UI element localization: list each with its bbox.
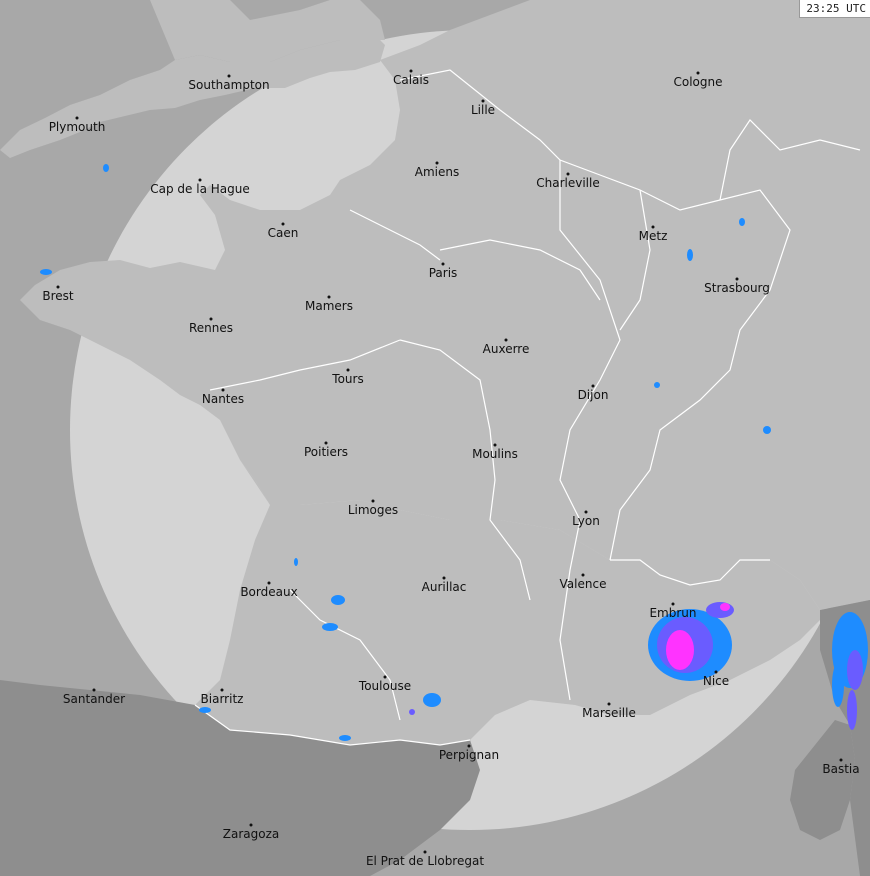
city-label: Nantes — [201, 392, 245, 406]
lightning-map: Southampton Plymouth Calais Lille Cologne Ami… — [0, 0, 870, 876]
city-label: Mamers — [305, 299, 353, 313]
city-label: Valence — [559, 577, 607, 591]
city-label: Brest — [42, 289, 74, 303]
city-label: Toulouse — [358, 679, 412, 693]
city-label: Poitiers — [303, 445, 349, 459]
city-label: Rennes — [188, 321, 234, 335]
city-label: Auxerre — [482, 342, 530, 356]
city-label: Biarritz — [200, 692, 244, 706]
city-label: Amiens — [414, 165, 460, 179]
city-label: Caen — [267, 226, 299, 240]
city-label: Lille — [470, 103, 496, 117]
city-label: Bordeaux — [240, 585, 298, 599]
city-label: Nice — [702, 674, 730, 688]
city-label: Metz — [638, 229, 668, 243]
city-label: Aurillac — [421, 580, 467, 594]
map-base — [0, 0, 870, 876]
city-label: Plymouth — [48, 120, 106, 134]
city-label: Santander — [62, 692, 126, 706]
city-label: Cap de la Hague — [150, 182, 250, 196]
city-label: Southampton — [188, 78, 270, 92]
city-label: Charleville — [536, 176, 600, 190]
timestamp-label: 23:25 UTC — [799, 0, 870, 18]
city-label: Embrun — [649, 606, 697, 620]
city-label: Dijon — [577, 388, 609, 402]
city-label: Calais — [392, 73, 430, 87]
city-label: Strasbourg — [704, 281, 770, 295]
city-label: Marseille — [582, 706, 636, 720]
city-label: El Prat de Llobregat — [365, 854, 485, 868]
city-label: Cologne — [673, 75, 723, 89]
city-label: Perpignan — [438, 748, 500, 762]
city-label: Zaragoza — [222, 827, 280, 841]
city-label: Limoges — [347, 503, 399, 517]
city-label: Tours — [332, 372, 364, 386]
city-label: Paris — [428, 266, 458, 280]
city-label: Bastia — [822, 762, 860, 776]
city-label: Lyon — [572, 514, 600, 528]
city-label: Moulins — [472, 447, 518, 461]
